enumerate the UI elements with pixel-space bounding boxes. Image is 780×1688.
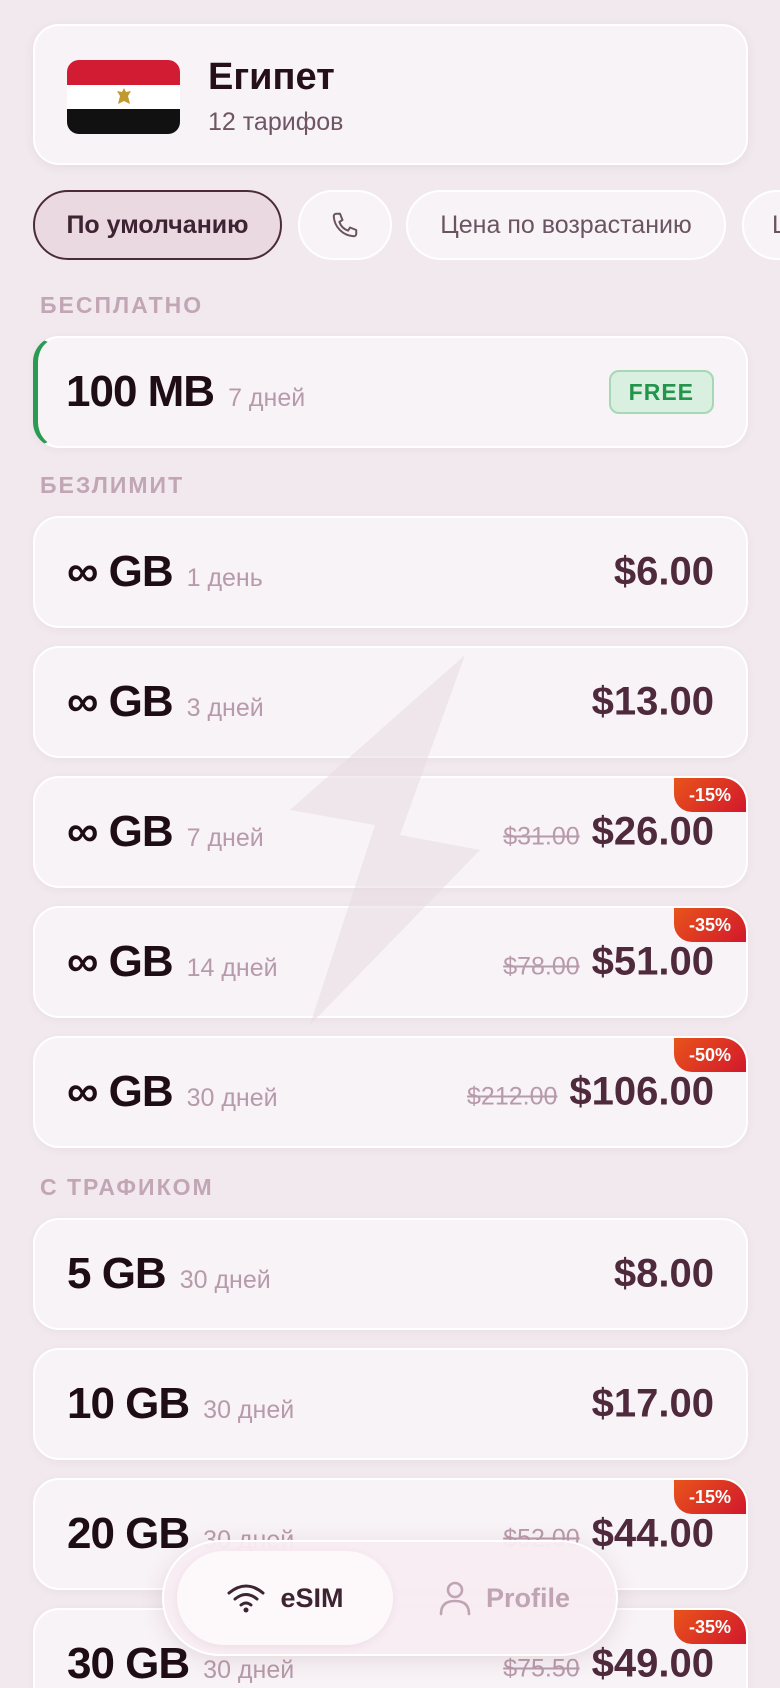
plan-card[interactable]: 10 GB 30 дней $17.00 <box>33 1348 748 1460</box>
old-price: $78.00 <box>503 952 580 981</box>
plan-price: $49.00 <box>591 1641 714 1686</box>
plan-amount: ∞ GB 1 день <box>67 547 263 597</box>
plan-card[interactable]: ∞ GB 3 дней $13.00 <box>33 646 748 758</box>
nav-tab-profile[interactable]: Profile <box>404 1551 604 1645</box>
discount-badge: -35% <box>674 1610 746 1644</box>
plan-amount-value: 10 GB <box>67 1379 190 1428</box>
plan-duration: 30 дней <box>179 1266 271 1294</box>
plan-amount: 5 GB 30 дней <box>67 1249 271 1299</box>
discount-badge: -50% <box>674 1038 746 1072</box>
plan-price: $44.00 <box>591 1511 714 1556</box>
section-unlimited-title: БЕЗЛИМИТ <box>40 472 185 498</box>
section-traffic-title: С ТРАФИКОМ <box>40 1174 214 1200</box>
discount-badge: -15% <box>674 1480 746 1514</box>
plan-amount-value: 30 GB <box>67 1639 190 1688</box>
country-header-card: Египет 12 тарифов <box>33 24 748 165</box>
plan-amount-value: ∞ GB <box>67 677 174 726</box>
plan-card[interactable]: ∞ GB 30 дней $212.00 $106.00 -50% <box>33 1036 748 1148</box>
plan-price: $106.00 <box>569 1069 714 1114</box>
plan-duration: 7 дней <box>186 824 264 852</box>
plan-duration: 3 дней <box>186 694 264 722</box>
plan-price: $17.00 <box>591 1381 714 1426</box>
old-price: $212.00 <box>467 1082 558 1111</box>
phone-icon <box>332 212 358 238</box>
plan-amount-value: 20 GB <box>67 1509 190 1558</box>
plan-duration: 30 дней <box>203 1396 295 1424</box>
plan-price: $8.00 <box>613 1251 714 1296</box>
filter-default-chip[interactable]: По умолчанию <box>33 190 282 260</box>
plan-amount-value: 5 GB <box>67 1249 167 1298</box>
price-group: $8.00 <box>614 1252 714 1297</box>
filter-phone-chip[interactable] <box>298 190 392 260</box>
egypt-flag-icon <box>67 60 180 134</box>
filter-more-chip[interactable]: Ц <box>742 190 780 260</box>
plan-price: $6.00 <box>613 549 714 594</box>
section-free-title: БЕСПЛАТНО <box>40 292 204 318</box>
plan-amount-value: ∞ GB <box>67 937 174 986</box>
plan-duration: 14 дней <box>186 954 278 982</box>
nav-tab-esim[interactable]: eSIM <box>177 1551 393 1645</box>
price-group: $212.00 $106.00 <box>467 1070 714 1115</box>
plan-amount: ∞ GB 30 дней <box>67 1067 278 1117</box>
eagle-emblem-icon <box>116 87 131 104</box>
plan-amount: 10 GB 30 дней <box>67 1379 294 1429</box>
person-icon <box>438 1580 472 1616</box>
filter-chips: По умолчанию Цена по возрастанию Ц <box>33 190 780 260</box>
plan-card[interactable]: 5 GB 30 дней $8.00 <box>33 1218 748 1330</box>
nav-esim-label: eSIM <box>280 1582 344 1613</box>
discount-badge: -15% <box>674 778 746 812</box>
plan-price: $13.00 <box>591 679 714 724</box>
price-group: $17.00 <box>592 1382 714 1427</box>
filter-price-asc-chip[interactable]: Цена по возрастанию <box>406 190 726 260</box>
price-group: $13.00 <box>592 680 714 725</box>
old-price: $75.50 <box>503 1654 580 1683</box>
bottom-nav-bar: eSIM Profile <box>162 1540 618 1656</box>
plan-amount-value: ∞ GB <box>67 547 174 596</box>
plan-count: 12 тарифов <box>208 108 344 136</box>
tariffs-page: Египет 12 тарифов По умолчанию Цена по в… <box>0 0 780 1688</box>
wifi-icon <box>226 1582 266 1614</box>
plan-amount-value: ∞ GB <box>67 1067 174 1116</box>
nav-profile-label: Profile <box>485 1582 571 1613</box>
plan-price: $51.00 <box>591 939 714 984</box>
country-title: Египет <box>208 56 335 98</box>
plan-price: $26.00 <box>591 809 714 854</box>
plan-amount-value: 100 MB <box>66 367 215 416</box>
plan-amount: ∞ GB 3 дней <box>67 677 264 727</box>
plan-duration: 30 дней <box>186 1084 278 1112</box>
plan-card[interactable]: ∞ GB 14 дней $78.00 $51.00 -35% <box>33 906 748 1018</box>
plan-amount-value: ∞ GB <box>67 807 174 856</box>
discount-badge: -35% <box>674 908 746 942</box>
plan-duration: 7 дней <box>228 384 306 412</box>
free-badge: FREE <box>608 370 714 414</box>
plan-amount: ∞ GB 14 дней <box>67 937 278 987</box>
price-group: $31.00 $26.00 <box>503 810 714 855</box>
plan-card[interactable]: ∞ GB 1 день $6.00 <box>33 516 748 628</box>
plan-duration: 1 день <box>186 564 263 592</box>
plan-amount: 100 MB 7 дней <box>66 367 305 417</box>
plan-card-free[interactable]: 100 MB 7 дней FREE <box>33 336 748 448</box>
plan-duration: 30 дней <box>203 1656 295 1684</box>
old-price: $31.00 <box>503 822 580 851</box>
plan-amount: ∞ GB 7 дней <box>67 807 264 857</box>
price-group: $78.00 $51.00 <box>503 940 714 985</box>
price-group: $6.00 <box>614 550 714 595</box>
plan-card[interactable]: ∞ GB 7 дней $31.00 $26.00 -15% <box>33 776 748 888</box>
